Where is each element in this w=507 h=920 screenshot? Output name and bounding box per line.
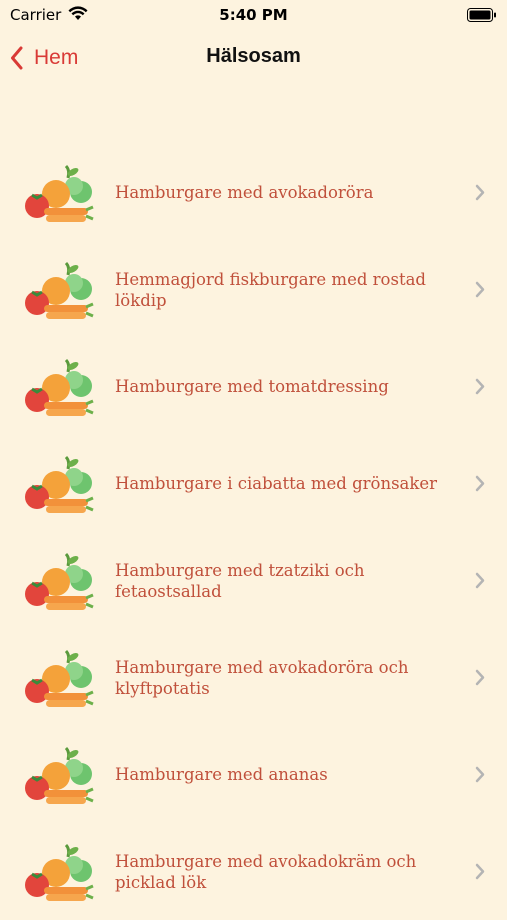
chevron-right-icon <box>475 572 485 594</box>
recipe-row[interactable]: Hemmagjord fiskburgare med rostad lökdip <box>0 241 507 338</box>
recipe-title: Hamburgare med tomatdressing <box>115 377 389 396</box>
recipe-list: Hamburgare med avokadoröra Hemmagjord fi… <box>0 144 507 920</box>
clock: 5:40 PM <box>219 6 288 24</box>
recipe-title: Hamburgare med avokadoröra och klyftpota… <box>115 657 409 698</box>
vegetables-icon <box>22 358 96 418</box>
vegetables-icon <box>22 843 96 903</box>
chevron-right-icon <box>475 863 485 885</box>
recipe-title: Hamburgare med tzatziki och fetaostsalla… <box>115 560 365 601</box>
vegetables-icon <box>22 261 96 321</box>
recipe-title: Hamburgare med ananas <box>115 765 328 784</box>
status-bar: Carrier 5:40 PM <box>0 0 507 30</box>
chevron-right-icon <box>475 281 485 303</box>
chevron-right-icon <box>475 766 485 788</box>
chevron-right-icon <box>475 475 485 497</box>
vegetables-icon <box>22 455 96 515</box>
recipe-title: Hamburgare med avokadokräm och picklad l… <box>115 851 417 892</box>
recipe-title: Hamburgare i ciabatta med grönsaker <box>115 474 438 493</box>
recipe-row[interactable]: Hamburgare med avokadokräm och picklad l… <box>0 823 507 920</box>
vegetables-icon <box>22 649 96 709</box>
vegetables-icon <box>22 552 96 612</box>
recipe-row[interactable]: Hamburgare med avokadoröra och klyftpota… <box>0 629 507 726</box>
recipe-row[interactable]: Hamburgare med tzatziki och fetaostsalla… <box>0 532 507 629</box>
vegetables-icon <box>22 164 96 224</box>
recipe-title: Hamburgare med avokadoröra <box>115 183 374 202</box>
recipe-row[interactable]: Hamburgare med ananas <box>0 726 507 823</box>
recipe-title: Hemmagjord fiskburgare med rostad lökdip <box>115 269 426 310</box>
recipe-row[interactable]: Hamburgare med avokadoröra <box>0 144 507 241</box>
chevron-right-icon <box>475 184 485 206</box>
vegetables-icon <box>22 746 96 806</box>
navigation-bar: Hem Hälsosam <box>0 30 507 86</box>
recipe-row[interactable]: Hamburgare i ciabatta med grönsaker <box>0 435 507 532</box>
chevron-right-icon <box>475 378 485 400</box>
battery-icon <box>467 8 497 26</box>
page-title: Hälsosam <box>206 45 301 67</box>
recipe-row[interactable]: Hamburgare med tomatdressing <box>0 338 507 435</box>
chevron-right-icon <box>475 669 485 691</box>
